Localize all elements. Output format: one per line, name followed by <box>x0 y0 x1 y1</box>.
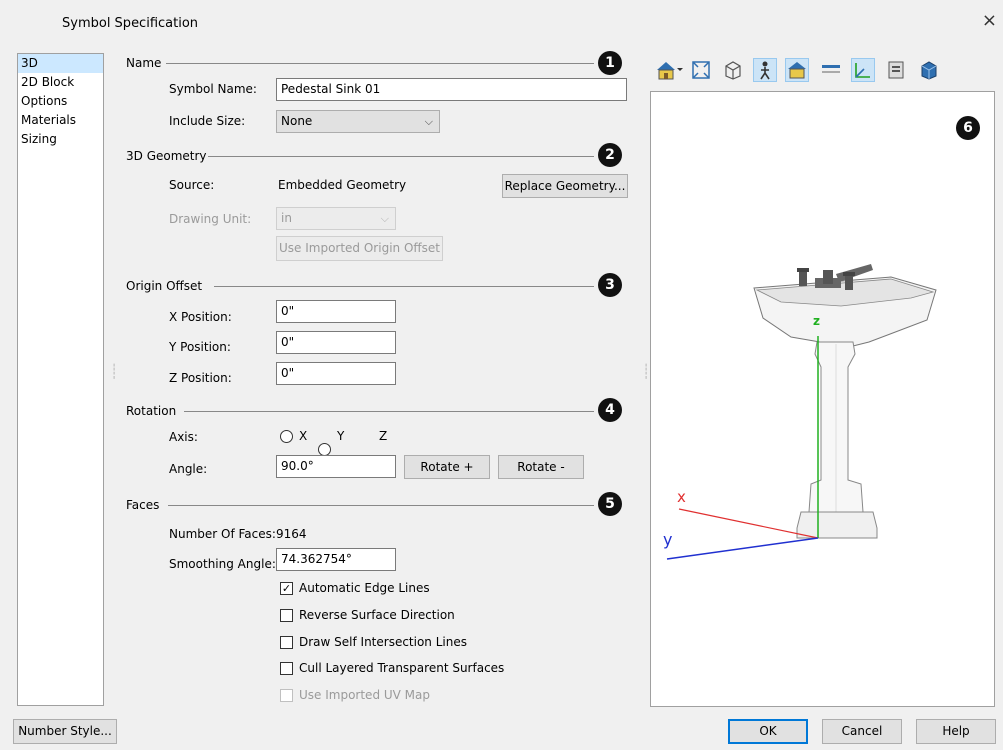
replace-geometry-button[interactable]: Replace Geometry... <box>502 174 628 198</box>
nav-item-sizing[interactable]: Sizing <box>18 130 103 149</box>
drawing-unit-label: Drawing Unit: <box>169 212 252 226</box>
nav-item-materials[interactable]: Materials <box>18 111 103 130</box>
origin-group-divider <box>214 286 594 287</box>
y-position-label: Y Position: <box>169 340 231 354</box>
include-size-label: Include Size: <box>169 114 246 128</box>
drawing-unit-value: in <box>281 211 292 225</box>
include-size-select[interactable]: None ⌵ <box>276 110 440 133</box>
solid-box-icon[interactable] <box>917 58 941 82</box>
callout-badge-5: 5 <box>598 492 622 516</box>
callout-badge-3: 3 <box>598 273 622 297</box>
use-imported-uv-map-checkbox <box>280 689 293 702</box>
reverse-surface-direction-checkbox[interactable] <box>280 609 293 622</box>
wireframe-icon[interactable] <box>721 58 745 82</box>
source-value: Embedded Geometry <box>278 178 407 192</box>
nav-item-options[interactable]: Options <box>18 92 103 111</box>
y-position-input[interactable]: 0" <box>276 331 396 354</box>
chevron-down-icon: ⌵ <box>380 212 389 225</box>
fit-view-icon[interactable] <box>689 58 713 82</box>
help-button[interactable]: Help <box>916 719 996 744</box>
ok-button[interactable]: OK <box>728 719 808 744</box>
faces-group-label: Faces <box>126 498 160 512</box>
x-position-input[interactable]: 0" <box>276 300 396 323</box>
faces-group-divider <box>168 505 594 506</box>
reverse-surface-direction-label: Reverse Surface Direction <box>299 608 455 622</box>
draw-self-intersection-lines-label: Draw Self Intersection Lines <box>299 635 467 649</box>
3d-preview-pane[interactable]: 6 z x y <box>650 91 995 707</box>
origin-group-label: Origin Offset <box>126 279 203 293</box>
smoothing-angle-label: Smoothing Angle: <box>169 557 276 571</box>
category-list: 3D 2D Block Options Materials Sizing <box>17 53 104 706</box>
callout-badge-2: 2 <box>598 143 622 167</box>
axis-label: Axis: <box>169 430 198 444</box>
floor-icon[interactable] <box>785 58 809 82</box>
reset-view-icon[interactable] <box>819 58 843 82</box>
geometry-group-divider <box>208 156 594 157</box>
layers-icon[interactable] <box>884 58 908 82</box>
number-of-faces-value: 9164 <box>276 527 307 541</box>
callout-badge-1: 1 <box>598 51 622 75</box>
symbol-name-label: Symbol Name: <box>169 82 257 96</box>
automatic-edge-lines-label: Automatic Edge Lines <box>299 581 430 595</box>
cancel-button[interactable]: Cancel <box>822 719 902 744</box>
axis-z-label: Z <box>379 429 388 443</box>
right-splitter-handle[interactable]: ┊ <box>642 364 650 388</box>
nav-item-2d-block[interactable]: 2D Block <box>18 73 103 92</box>
number-of-faces-label: Number Of Faces: <box>169 527 276 541</box>
draw-self-intersection-lines-checkbox[interactable] <box>280 636 293 649</box>
left-splitter-handle[interactable]: ┊ <box>110 364 118 388</box>
y-axis-label: y <box>663 530 673 549</box>
axes-icon[interactable] <box>851 58 875 82</box>
z-position-input[interactable]: 0" <box>276 362 396 385</box>
rotate-plus-button[interactable]: Rotate + <box>404 455 490 479</box>
chevron-down-icon: ⌵ <box>424 115 433 128</box>
use-imported-uv-map-label: Use Imported UV Map <box>299 688 431 702</box>
use-imported-origin-offset-button: Use Imported Origin Offset <box>276 236 443 261</box>
nav-item-3d[interactable]: 3D <box>18 54 103 73</box>
geometry-group-label: 3D Geometry <box>126 149 207 163</box>
z-position-label: Z Position: <box>169 371 232 385</box>
include-size-value: None <box>281 114 313 128</box>
axis-x-radio[interactable] <box>280 430 293 443</box>
drawing-unit-select: in ⌵ <box>276 207 396 230</box>
rotate-minus-button[interactable]: Rotate - <box>498 455 584 479</box>
source-label: Source: <box>169 178 215 192</box>
callout-badge-4: 4 <box>598 398 622 422</box>
close-icon[interactable]: × <box>982 12 997 30</box>
symbol-name-input[interactable]: Pedestal Sink 01 <box>276 78 627 101</box>
cull-layered-transparent-surfaces-checkbox[interactable] <box>280 662 293 675</box>
axis-y-label: Y <box>337 429 345 443</box>
name-group-label: Name <box>126 56 162 70</box>
angle-input[interactable]: 90.0° <box>276 455 396 478</box>
rotation-group-label: Rotation <box>126 404 177 418</box>
smoothing-angle-input[interactable]: 74.362754° <box>276 548 396 571</box>
name-group-divider <box>166 63 594 64</box>
dialog-title: Symbol Specification <box>62 16 199 31</box>
x-position-label: X Position: <box>169 310 232 324</box>
x-axis-label: x <box>677 488 686 506</box>
camera-walk-icon[interactable] <box>753 58 777 82</box>
number-style-button[interactable]: Number Style... <box>13 719 117 744</box>
cull-layered-transparent-surfaces-label: Cull Layered Transparent Surfaces <box>299 661 505 675</box>
axis-x-label: X <box>299 429 308 443</box>
automatic-edge-lines-checkbox[interactable]: ✓ <box>280 582 293 595</box>
z-axis-label: z <box>813 314 820 328</box>
angle-label: Angle: <box>169 462 208 476</box>
sink-model-illustration <box>666 264 937 560</box>
view-camera-icon[interactable] <box>655 58 683 82</box>
rotation-group-divider <box>184 411 594 412</box>
